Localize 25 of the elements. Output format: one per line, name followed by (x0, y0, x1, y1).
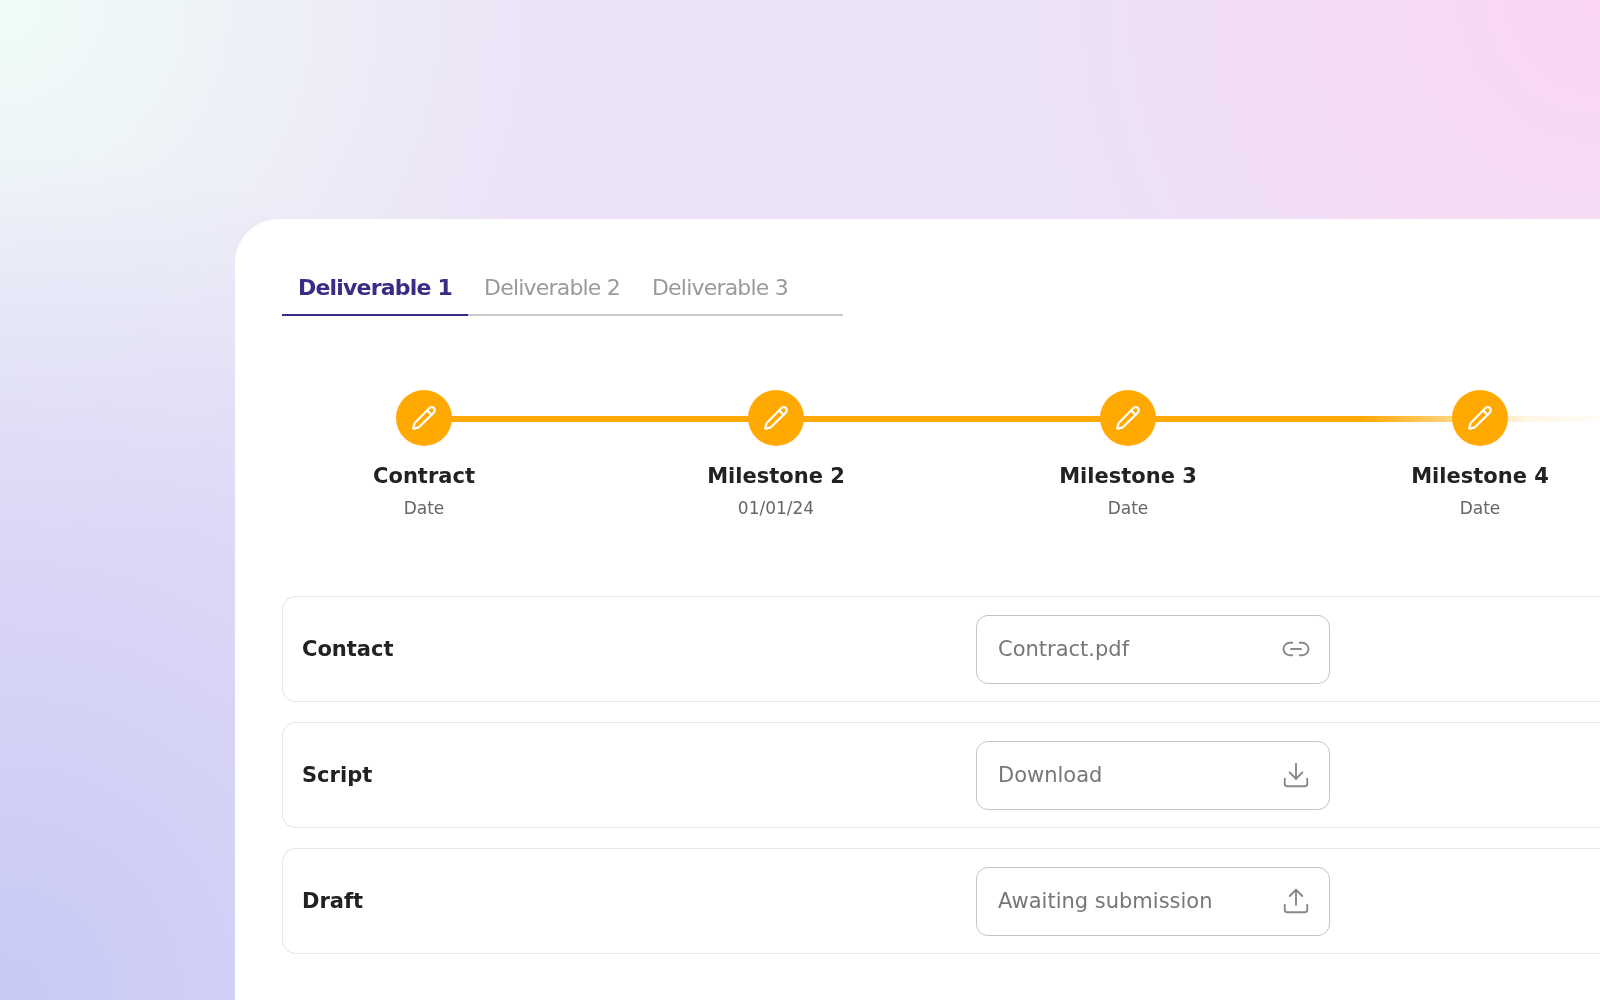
milestone-title: Milestone 2 (707, 464, 845, 488)
row-label: Script (302, 763, 374, 787)
milestone-date: 01/01/24 (737, 498, 815, 518)
milestone-title: Milestone 4 (1411, 464, 1549, 488)
file-field[interactable]: Awaiting submission (976, 866, 1330, 936)
milestone-marker[interactable] (1452, 390, 1508, 446)
milestone-date: Date (403, 498, 445, 518)
milestone-marker[interactable] (396, 390, 452, 446)
row-label: Draft (302, 889, 365, 913)
file-field[interactable]: Contract.pdf (976, 614, 1330, 684)
pencil-icon (1115, 405, 1141, 431)
milestone-date: Date (1107, 498, 1149, 518)
pencil-icon (411, 405, 437, 431)
milestone-date: Date (1459, 498, 1501, 518)
file-field[interactable]: Download (976, 740, 1330, 810)
pencil-icon (763, 405, 789, 431)
tab[interactable]: Deliverable 1 (282, 275, 468, 316)
tab[interactable]: Deliverable 2 (468, 275, 636, 316)
pencil-icon (1467, 405, 1493, 431)
milestone-title: Milestone 3 (1059, 464, 1197, 488)
tab[interactable]: Deliverable 3 (636, 275, 804, 316)
download-icon[interactable] (1281, 760, 1311, 790)
row-label: Contact (302, 637, 395, 661)
upload-icon[interactable] (1281, 886, 1311, 916)
milestone-title: Contract (373, 464, 475, 488)
